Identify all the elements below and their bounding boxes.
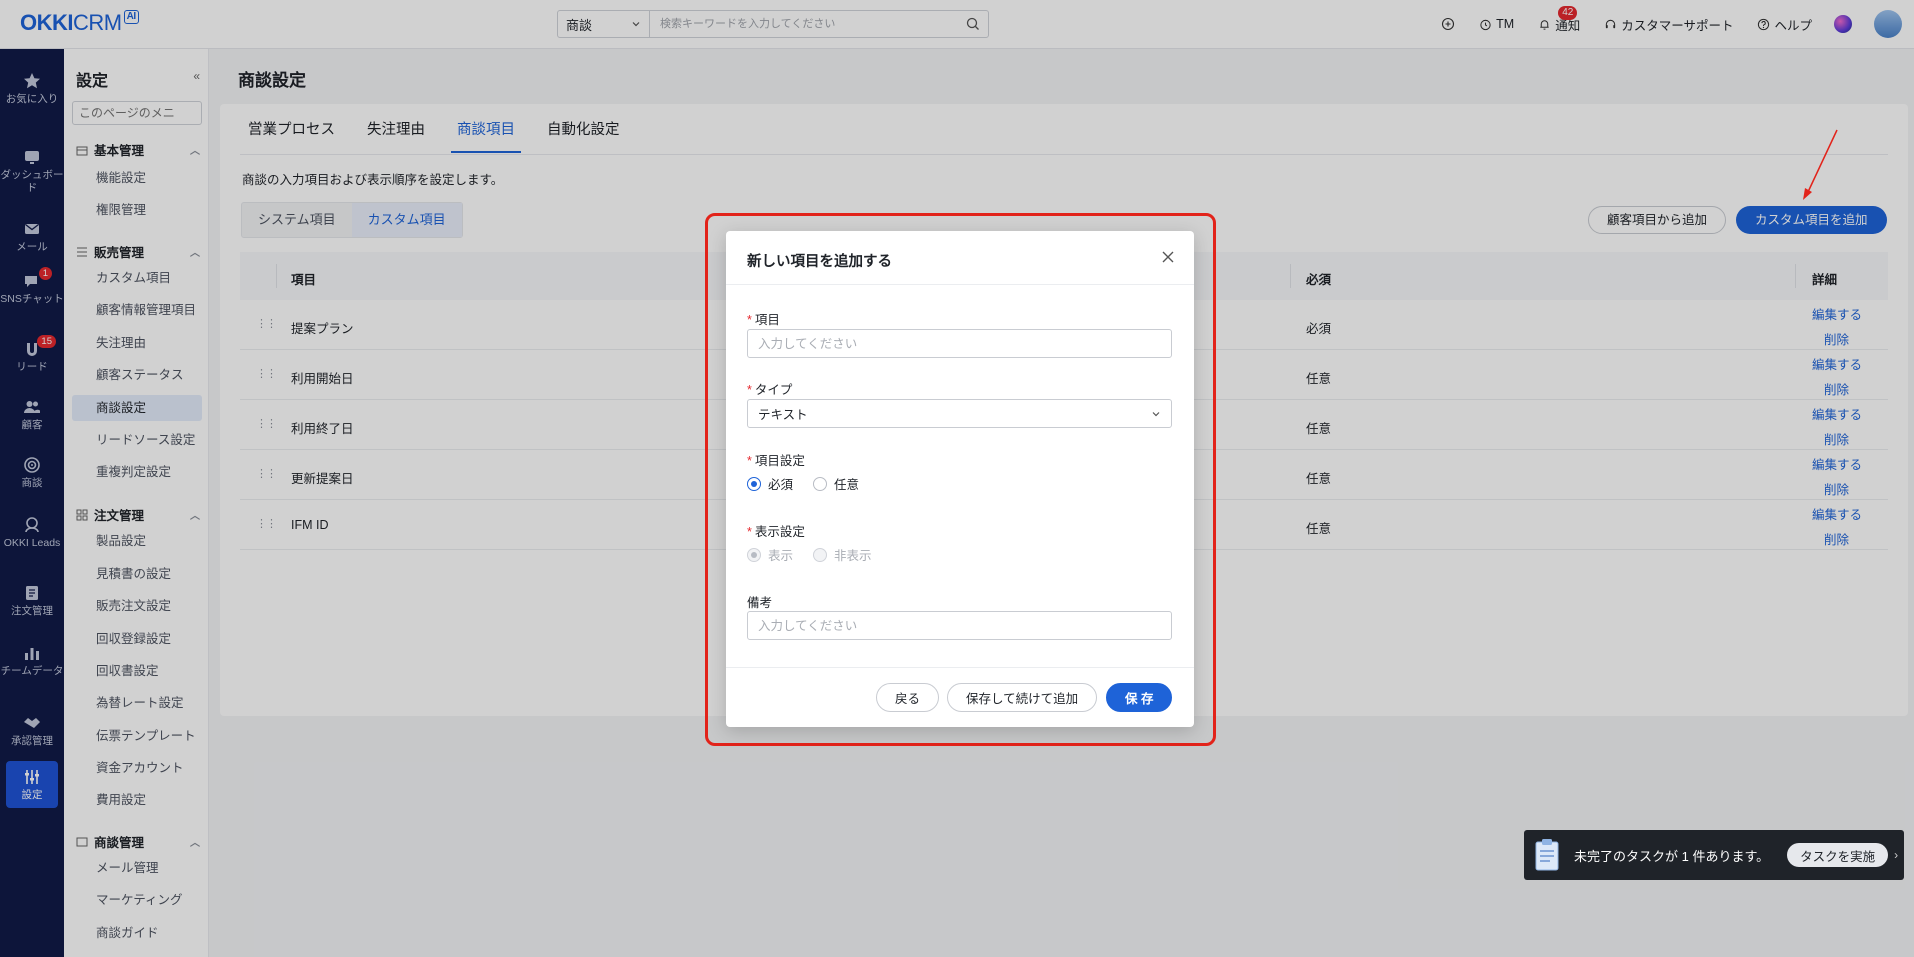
required-radio-group: 必須 任意: [747, 474, 879, 493]
field-item-input[interactable]: [747, 329, 1172, 358]
radio-optional-circle: [813, 476, 828, 491]
task-message: 未完了のタスクが 1 件あります。: [1574, 848, 1770, 864]
field-note-label: 備考: [747, 596, 773, 610]
field-note-input[interactable]: [747, 611, 1172, 640]
field-item-label-text: 項目: [754, 313, 780, 327]
back-button[interactable]: 戻る: [876, 683, 940, 712]
field-setting-label: * 項目設定: [747, 454, 805, 468]
chevron-right-icon[interactable]: ›: [1894, 848, 1898, 862]
save-button[interactable]: 保 存: [1106, 683, 1173, 712]
pending-task-bar: 未完了のタスクが 1 件あります。 タスクを実施 ›: [1524, 830, 1904, 880]
radio-show-circle: [747, 547, 761, 562]
field-item-label: * 項目: [747, 313, 780, 327]
display-radio-group: 表示 非表示: [747, 545, 892, 564]
do-task-button[interactable]: タスクを実施: [1787, 843, 1889, 867]
dialog-footer: 戻る 保存して続けて追加 保 存: [726, 667, 1194, 727]
radio-hide-circle: [813, 547, 828, 562]
radio-hide: 非表示: [813, 545, 872, 564]
radio-optional-label: 任意: [834, 478, 860, 492]
field-display-label: * 表示設定: [747, 525, 805, 539]
radio-required-circle: [747, 476, 761, 491]
dialog-title: 新しい項目を追加する: [747, 254, 892, 270]
annotation-arrow: [1803, 129, 1838, 200]
field-type-label-text: タイプ: [754, 383, 793, 397]
dialog-header: 新しい項目を追加する: [726, 231, 1194, 285]
field-type-label: * タイプ: [747, 383, 793, 397]
radio-hide-label: 非表示: [834, 549, 872, 563]
radio-required-label: 必須: [768, 478, 794, 492]
radio-optional[interactable]: 任意: [813, 474, 859, 493]
close-icon[interactable]: [1158, 247, 1178, 267]
clipboard-icon: [1535, 839, 1559, 871]
save-and-continue-button[interactable]: 保存して続けて追加: [947, 683, 1098, 712]
field-setting-label-text: 項目設定: [754, 454, 805, 468]
field-type-value: テキスト: [758, 408, 808, 422]
field-type-select[interactable]: テキスト: [747, 399, 1172, 428]
add-field-dialog: 新しい項目を追加する *項目 *タイプ テキスト *項目設定 必須 任意 *表示…: [726, 231, 1194, 727]
radio-show: 表示: [747, 545, 793, 564]
radio-required[interactable]: 必須: [747, 474, 793, 493]
field-display-label-text: 表示設定: [754, 525, 805, 539]
radio-show-label: 表示: [768, 549, 794, 563]
chevron-down-icon: [1152, 411, 1160, 416]
